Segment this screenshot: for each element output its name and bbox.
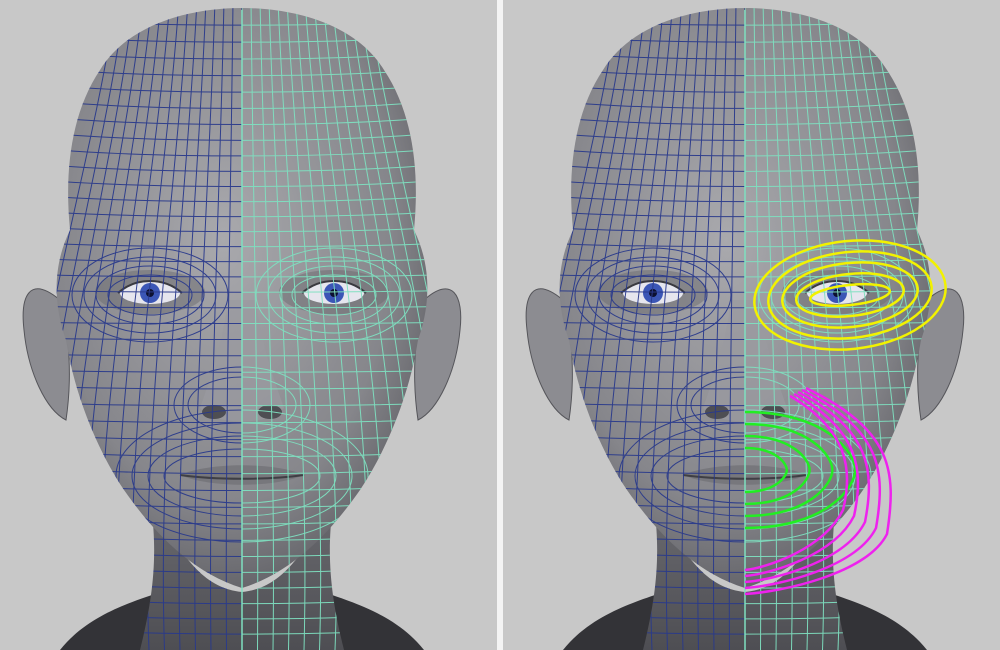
- viewport-right: [503, 0, 1000, 650]
- head-render-right: [503, 0, 1000, 650]
- viewport-left: [0, 0, 497, 650]
- head-render-left: [0, 0, 497, 650]
- comparison-image: [0, 0, 1000, 650]
